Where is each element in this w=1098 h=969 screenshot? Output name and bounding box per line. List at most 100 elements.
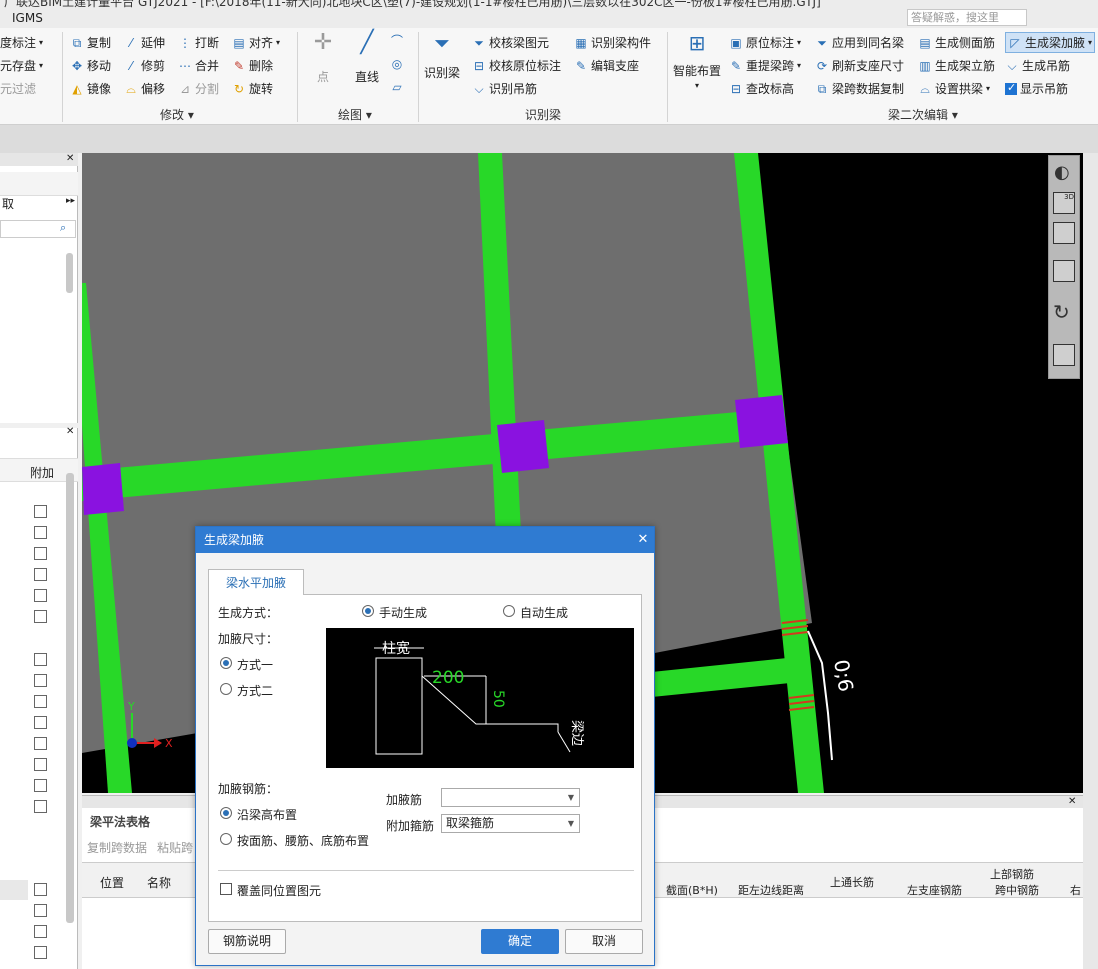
scrollbar[interactable] <box>66 253 73 293</box>
extend-button[interactable]: ⁄ 延伸 <box>124 34 165 51</box>
dim-mark-button[interactable]: 度标注 ▾ <box>0 34 43 51</box>
manual-radio[interactable] <box>362 605 374 617</box>
show-hanger-toggle[interactable]: 显示吊筋 <box>1005 80 1068 97</box>
mode1-radio[interactable] <box>220 657 232 669</box>
auto-radio[interactable] <box>503 605 515 617</box>
tab-horizontal-haunch[interactable]: 梁水平加腋 <box>208 569 304 595</box>
merge-button[interactable]: ⋯ 合并 <box>178 57 219 74</box>
layers-icon[interactable] <box>1053 344 1075 366</box>
help-search-input[interactable]: 答疑解惑，搜这里 <box>907 9 1027 26</box>
3d-view-icon[interactable]: 3D <box>1053 192 1075 214</box>
span-copy-button[interactable]: ⧉ 梁跨数据复制 <box>815 80 904 97</box>
beam2-group-label[interactable]: 梁二次编辑 ▾ <box>888 106 958 123</box>
rect-button[interactable]: ▱ <box>390 80 404 94</box>
set-arch-button[interactable]: ⌓ 设置拱梁 ▾ <box>918 80 990 97</box>
extra-checkbox[interactable] <box>34 589 47 602</box>
filter-element-button[interactable]: 元过滤 <box>0 80 36 97</box>
along-height-radio[interactable] <box>220 807 232 819</box>
trim-button[interactable]: ⁄ 修剪 <box>124 57 165 74</box>
extra-checkbox[interactable] <box>34 925 47 938</box>
copy-span-button[interactable]: 复制跨数据 <box>87 839 147 856</box>
haunch-rebar-select[interactable]: ▼ <box>441 788 580 807</box>
extra-checkbox[interactable] <box>34 610 47 623</box>
draw-group-text: 绘图 <box>338 108 363 122</box>
scrollbar[interactable] <box>66 473 74 923</box>
row-selected[interactable] <box>0 880 28 900</box>
ok-button[interactable]: 确定 <box>481 929 559 954</box>
cancel-button[interactable]: 取消 <box>565 929 643 954</box>
draw-group-label[interactable]: 绘图 ▾ <box>338 106 372 123</box>
col-width-label: 柱宽 <box>382 640 410 657</box>
circle-button[interactable]: ◎ <box>390 57 404 71</box>
refresh-support-button[interactable]: ⟳ 刷新支座尺寸 <box>815 57 904 74</box>
extra-checkbox[interactable] <box>34 758 47 771</box>
orig-mark-button[interactable]: ▣ 原位标注 ▾ <box>729 34 801 51</box>
search-icon[interactable]: ⌕ <box>60 221 66 235</box>
rotate-button[interactable]: ↻ 旋转 <box>232 80 273 97</box>
extra-checkbox[interactable] <box>34 779 47 792</box>
extra-checkbox[interactable] <box>34 800 47 813</box>
column <box>735 395 788 448</box>
menu-igms[interactable]: IGMS <box>12 11 43 25</box>
extra-checkbox[interactable] <box>34 653 47 666</box>
close-icon[interactable]: ✕ <box>632 527 654 553</box>
extra-checkbox[interactable] <box>34 946 47 959</box>
close-icon[interactable]: ✕ <box>1068 796 1076 807</box>
globe-icon[interactable]: ◐ <box>1054 162 1070 183</box>
line-button[interactable]: ╱ 直线 <box>352 32 382 85</box>
gen-side-button[interactable]: ▤ 生成侧面筋 <box>918 34 995 51</box>
extra-stirrup-select[interactable]: 取梁箍筋 ▼ <box>441 814 580 833</box>
point-button[interactable]: ✛ 点 <box>308 32 338 85</box>
by-face-radio[interactable] <box>220 833 232 845</box>
check-beam-button[interactable]: ⏷ 校核梁图元 <box>472 34 549 51</box>
extra-checkbox[interactable] <box>34 737 47 750</box>
left-panel-toolbar <box>0 172 78 196</box>
paste-span-button[interactable]: 粘贴跨 <box>157 839 193 856</box>
gen-hanger-button[interactable]: ⌵ 生成吊筋 <box>1005 57 1070 74</box>
move-button[interactable]: ✥ 移动 <box>70 57 111 74</box>
split-button[interactable]: ⊿ 分割 <box>178 80 219 97</box>
rebar-help-button[interactable]: 钢筋说明 <box>208 929 286 954</box>
check-elev-button[interactable]: ⊟ 查改标高 <box>729 80 794 97</box>
extra-checkbox[interactable] <box>34 883 47 896</box>
delete-button[interactable]: ✎ 删除 <box>232 57 273 74</box>
overwrite-checkbox[interactable] <box>220 883 232 895</box>
gen-haunch-button[interactable]: ◸ 生成梁加腋 ▾ <box>1005 32 1096 53</box>
modify-group-label[interactable]: 修改 ▾ <box>160 106 194 123</box>
show-hanger-checkbox[interactable] <box>1005 81 1017 95</box>
smart-layout-button[interactable]: ⊞ 智能布置 ▾ <box>673 33 721 90</box>
extra-checkbox[interactable] <box>34 716 47 729</box>
extra-checkbox[interactable] <box>34 695 47 708</box>
identify-beam-button[interactable]: ⏷ 识别梁 <box>424 33 460 81</box>
offset-button[interactable]: ⌓ 偏移 <box>124 80 165 97</box>
check-orig-mark-button[interactable]: ⊟ 校核原位标注 <box>472 57 561 74</box>
identify-beam-member-button[interactable]: ▦ 识别梁构件 <box>574 34 651 51</box>
mode1-label: 方式一 <box>237 658 274 672</box>
mode2-radio[interactable] <box>220 683 232 695</box>
double-arrow-icon[interactable]: ▸▸ <box>66 196 75 206</box>
close-icon[interactable]: ✕ <box>66 153 74 164</box>
cube-top-icon[interactable] <box>1053 222 1075 244</box>
save-element-button[interactable]: 元存盘 ▾ <box>0 57 43 74</box>
close-icon[interactable]: ✕ <box>66 426 74 437</box>
arc-button[interactable]: ⌒ <box>390 34 404 48</box>
extra-checkbox[interactable] <box>34 568 47 581</box>
extra-checkbox[interactable] <box>34 904 47 917</box>
identify-hanger-button[interactable]: ⌵ 识别吊筋 <box>472 80 537 97</box>
align-button[interactable]: ▤ 对齐 ▾ <box>232 34 280 51</box>
break-button[interactable]: ⋮ 打断 <box>178 34 219 51</box>
rotate-view-icon[interactable]: ↻ <box>1053 300 1070 324</box>
extra-checkbox[interactable] <box>34 547 47 560</box>
re-span-button[interactable]: ✎ 重提梁跨 ▾ <box>729 57 801 74</box>
extra-checkbox[interactable] <box>34 526 47 539</box>
extra-checkbox[interactable] <box>34 674 47 687</box>
extra-checkbox[interactable] <box>34 505 47 518</box>
cube-side-icon[interactable] <box>1053 260 1075 282</box>
mirror-button[interactable]: ◭ 镜像 <box>70 80 111 97</box>
copy-button[interactable]: ⧉ 复制 <box>70 34 111 51</box>
apply-same-button[interactable]: ⏷ 应用到同名梁 <box>815 34 904 51</box>
by-face-label: 按面筋、腰筋、底筋布置 <box>237 834 370 848</box>
right-panel-strip <box>1083 153 1098 969</box>
edit-support-button[interactable]: ✎ 编辑支座 <box>574 57 639 74</box>
gen-frame-button[interactable]: ▥ 生成架立筋 <box>918 57 995 74</box>
